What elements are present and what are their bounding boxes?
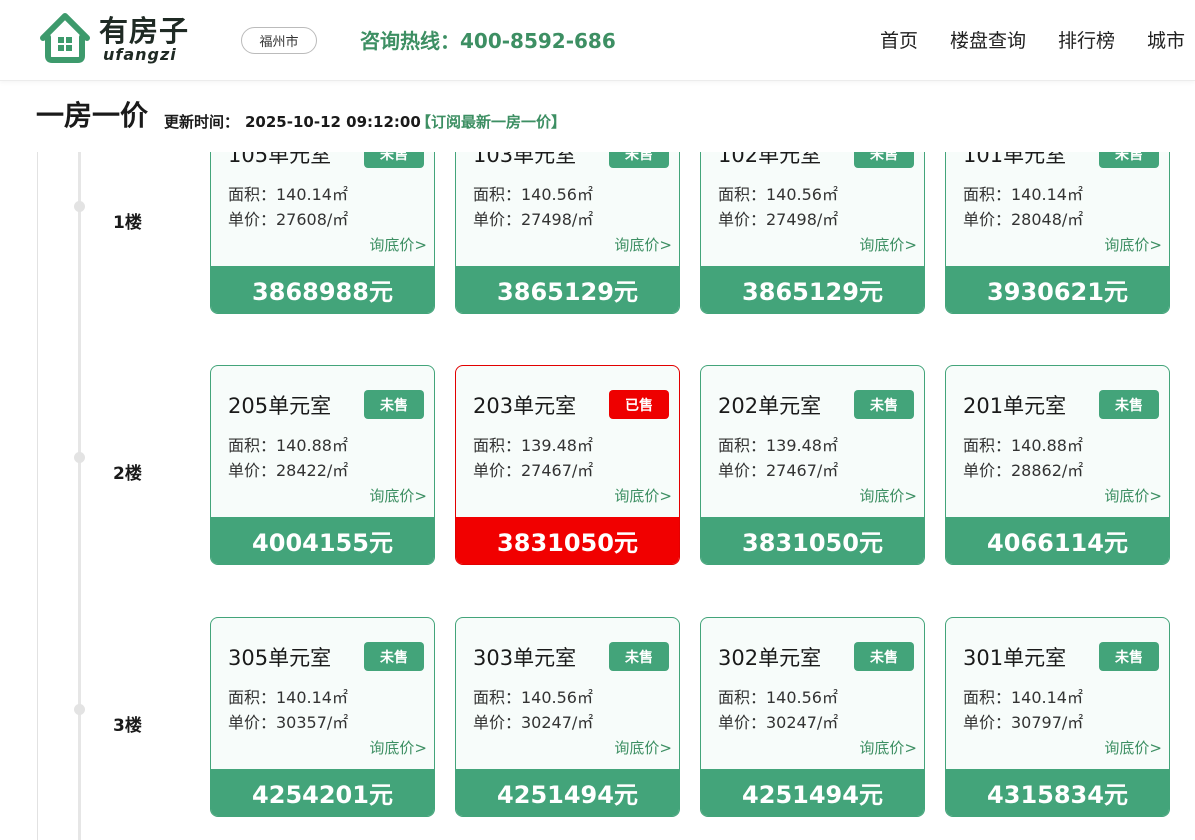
unit-price: 单价：30797/㎡ <box>963 713 1084 732</box>
status-badge: 未售 <box>854 390 914 419</box>
unit-card[interactable]: 203单元室 已售 面积：139.48㎡ 单价：27467/㎡询底价> 3831050元 <box>455 365 680 565</box>
unit-card[interactable]: 305单元室 未售 面积：140.14㎡ 单价：30357/㎡询底价> 4254201元 <box>210 617 435 817</box>
inquire-price-link[interactable]: 询底价> <box>614 486 672 506</box>
unit-area: 面积：139.48㎡ <box>473 436 593 455</box>
inquire-price-link[interactable]: 询底价> <box>1104 738 1162 758</box>
unit-area: 面积：140.56㎡ <box>718 185 838 204</box>
unit-area: 面积：140.14㎡ <box>228 185 348 204</box>
nav-item-ranking[interactable]: 排行榜 <box>1058 27 1115 55</box>
status-badge: 未售 <box>364 390 424 419</box>
city-selector[interactable]: 福州市 <box>241 27 317 54</box>
total-price: 3865129元 <box>701 266 924 313</box>
unit-price: 单价：30247/㎡ <box>718 713 839 732</box>
total-price: 4251494元 <box>701 769 924 816</box>
inquire-price-link[interactable]: 询底价> <box>614 738 672 758</box>
total-price: 4066114元 <box>946 517 1169 564</box>
total-price: 3868988元 <box>211 266 434 313</box>
unit-price: 单价：28862/㎡ <box>963 461 1084 480</box>
unit-area: 面积：140.56㎡ <box>473 185 593 204</box>
update-time-label: 更新时间： <box>164 113 240 131</box>
unit-price: 单价：27608/㎡ <box>228 210 349 229</box>
inquire-price-link[interactable]: 询底价> <box>859 486 917 506</box>
unit-card[interactable]: 205单元室 未售 面积：140.88㎡ 单价：28422/㎡询底价> 4004155元 <box>210 365 435 565</box>
status-badge: 未售 <box>1099 390 1159 419</box>
unit-card[interactable]: 302单元室 未售 面积：140.56㎡ 单价：30247/㎡询底价> 4251494元 <box>700 617 925 817</box>
total-price: 4004155元 <box>211 517 434 564</box>
timeline-line <box>78 152 81 840</box>
unit-price: 单价：28048/㎡ <box>963 210 1084 229</box>
unit-area: 面积：140.14㎡ <box>963 185 1083 204</box>
unit-area: 面积：140.14㎡ <box>963 688 1083 707</box>
unit-name: 203单元室 <box>473 394 577 418</box>
unit-area: 面积：140.88㎡ <box>963 436 1083 455</box>
page-title: 一房一价 <box>36 99 149 132</box>
house-logo-icon <box>40 13 90 63</box>
total-price: 3831050元 <box>701 517 924 564</box>
unit-price: 单价：27498/㎡ <box>718 210 839 229</box>
update-time-value: 2025-10-12 09:12:00 <box>245 113 421 131</box>
unit-name: 303单元室 <box>473 646 577 670</box>
inquire-price-link[interactable]: 询底价> <box>369 486 427 506</box>
nav-item-city[interactable]: 城市 <box>1147 27 1185 55</box>
floor-dot <box>74 201 85 212</box>
total-price: 4254201元 <box>211 769 434 816</box>
total-price: 3865129元 <box>456 266 679 313</box>
total-price: 4315834元 <box>946 769 1169 816</box>
timeline-outer-line <box>37 152 38 840</box>
unit-area: 面积：140.56㎡ <box>473 688 593 707</box>
unit-card[interactable]: 301单元室 未售 面积：140.14㎡ 单价：30797/㎡询底价> 4315834元 <box>945 617 1170 817</box>
unit-area: 面积：140.14㎡ <box>228 688 348 707</box>
status-badge: 已售 <box>609 390 669 419</box>
floor-label: 2楼 <box>113 464 142 484</box>
unit-card[interactable]: 202单元室 未售 面积：139.48㎡ 单价：27467/㎡询底价> 3831050元 <box>700 365 925 565</box>
unit-area: 面积：140.88㎡ <box>228 436 348 455</box>
inquire-price-link[interactable]: 询底价> <box>859 738 917 758</box>
hotline: 咨询热线：400-8592-686 <box>360 29 616 53</box>
floor-dot <box>74 704 85 715</box>
total-price: 4251494元 <box>456 769 679 816</box>
unit-price: 单价：28422/㎡ <box>228 461 349 480</box>
unit-area: 面积：139.48㎡ <box>718 436 838 455</box>
status-badge: 未售 <box>609 642 669 671</box>
unit-area: 面积：140.56㎡ <box>718 688 838 707</box>
floor-dot <box>74 452 85 463</box>
inquire-price-link[interactable]: 询底价> <box>1104 486 1162 506</box>
nav-item-home[interactable]: 首页 <box>880 27 918 55</box>
title-bar: 一房一价 更新时间： 2025-10-12 09:12:00 【订阅最新一房一价… <box>0 80 1195 152</box>
unit-name: 302单元室 <box>718 646 822 670</box>
main-nav: 首页 楼盘查询 排行榜 城市 <box>880 27 1195 55</box>
unit-card[interactable]: 201单元室 未售 面积：140.88㎡ 单价：28862/㎡询底价> 4066114元 <box>945 365 1170 565</box>
logo-subtext: ufangzi <box>103 45 177 64</box>
floor-label: 3楼 <box>113 716 142 736</box>
unit-name: 202单元室 <box>718 394 822 418</box>
unit-name: 305单元室 <box>228 646 332 670</box>
unit-price: 单价：27467/㎡ <box>473 461 594 480</box>
unit-name: 205单元室 <box>228 394 332 418</box>
unit-name: 301单元室 <box>963 646 1067 670</box>
inquire-price-link[interactable]: 询底价> <box>614 235 672 255</box>
unit-price: 单价：30247/㎡ <box>473 713 594 732</box>
floor-label: 1楼 <box>113 213 142 233</box>
total-price: 3831050元 <box>456 517 679 564</box>
inquire-price-link[interactable]: 询底价> <box>1104 235 1162 255</box>
unit-price: 单价：30357/㎡ <box>228 713 349 732</box>
total-price: 3930621元 <box>946 266 1169 313</box>
status-badge: 未售 <box>1099 642 1159 671</box>
unit-card[interactable]: 303单元室 未售 面积：140.56㎡ 单价：30247/㎡询底价> 4251494元 <box>455 617 680 817</box>
unit-price: 单价：27467/㎡ <box>718 461 839 480</box>
status-badge: 未售 <box>364 642 424 671</box>
subscribe-link[interactable]: 【订阅最新一房一价】 <box>416 112 566 132</box>
unit-price: 单价：27498/㎡ <box>473 210 594 229</box>
logo-text: 有房子 <box>99 14 190 48</box>
inquire-price-link[interactable]: 询底价> <box>859 235 917 255</box>
inquire-price-link[interactable]: 询底价> <box>369 235 427 255</box>
site-logo[interactable]: 有房子 ufangzi <box>37 10 207 66</box>
site-header: 有房子 ufangzi 福州市 咨询热线：400-8592-686 首页 楼盘查… <box>0 0 1195 81</box>
status-badge: 未售 <box>854 642 914 671</box>
unit-name: 201单元室 <box>963 394 1067 418</box>
nav-item-property-search[interactable]: 楼盘查询 <box>950 27 1026 55</box>
inquire-price-link[interactable]: 询底价> <box>369 738 427 758</box>
